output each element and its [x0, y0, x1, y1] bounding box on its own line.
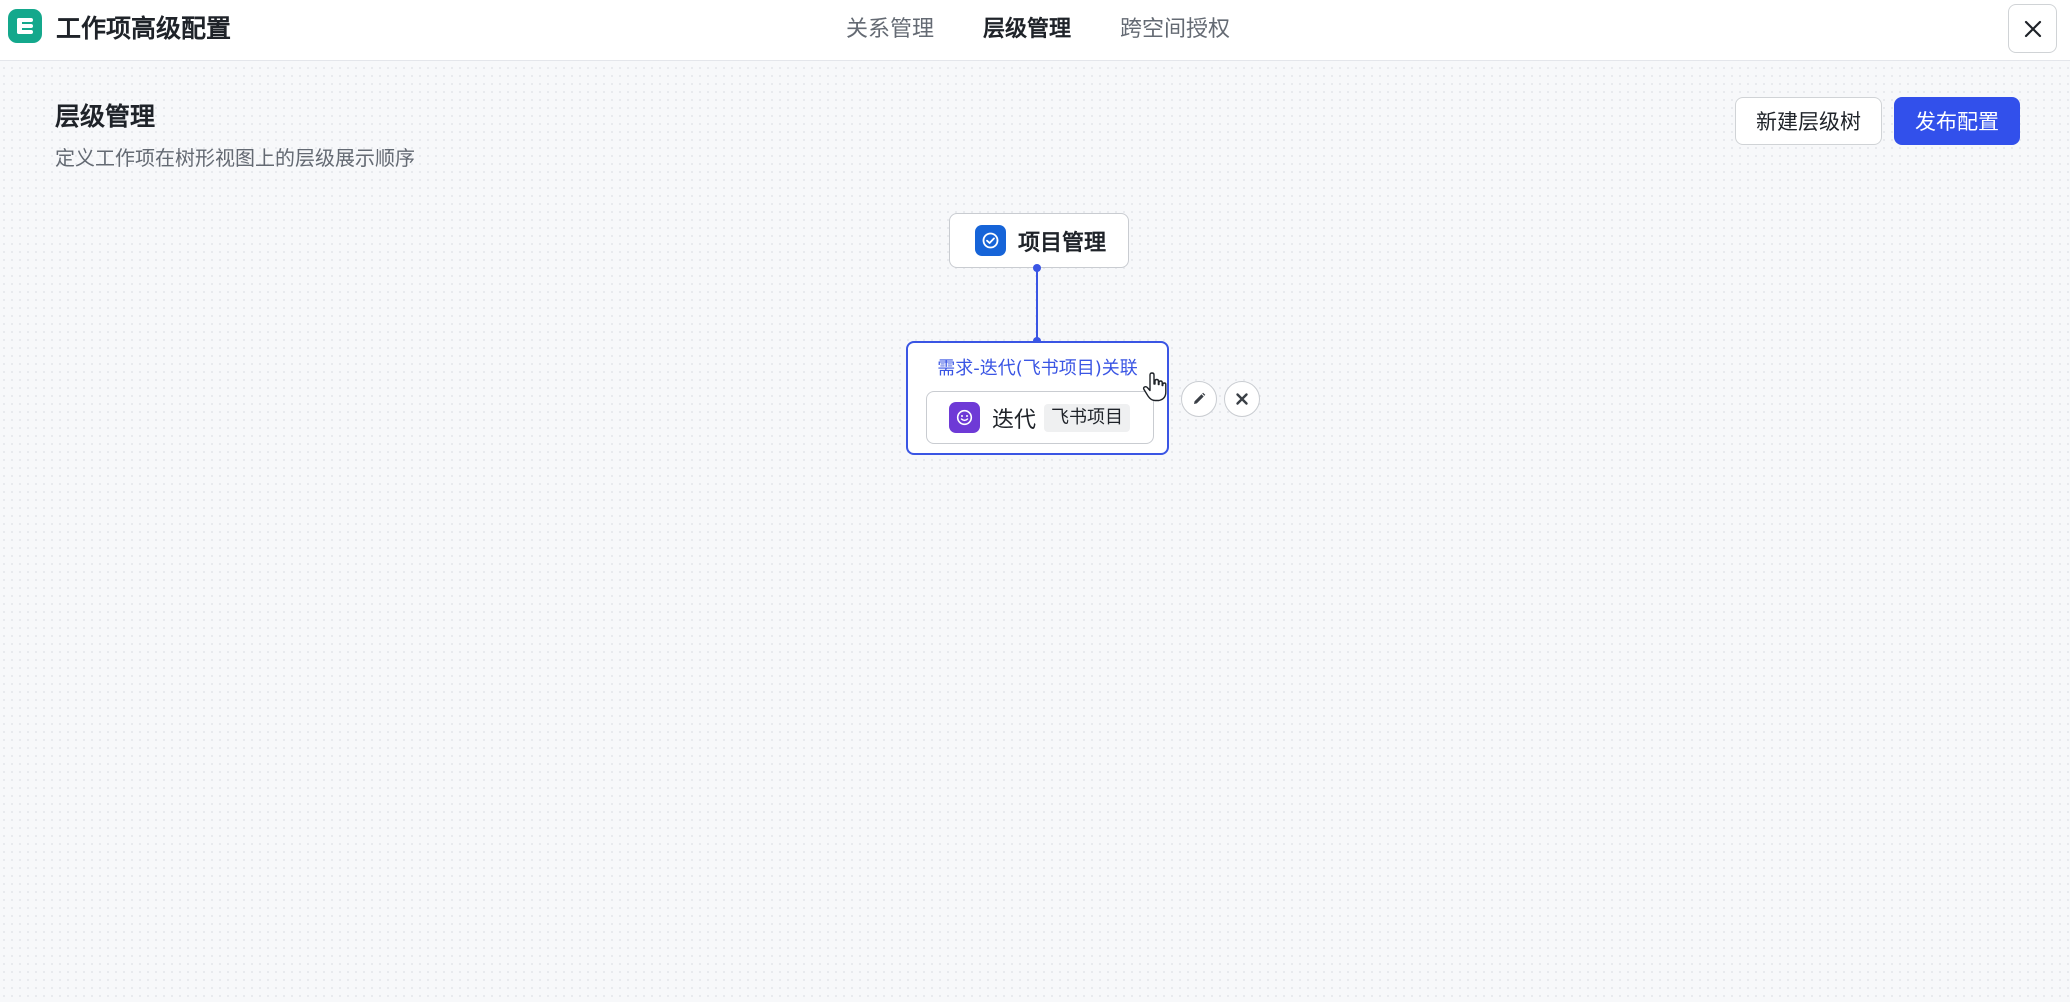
page-title: 层级管理	[55, 102, 156, 131]
hand-pointer-icon	[1142, 372, 1168, 402]
edit-relation-button[interactable]	[1181, 381, 1217, 417]
child-node-tag: 飞书项目	[1044, 403, 1131, 432]
top-bar: 工作项高级配置 关系管理 层级管理 跨空间授权	[0, 0, 2070, 61]
app-title: 工作项高级配置	[56, 14, 232, 43]
tab-bar: 关系管理 层级管理 跨空间授权	[846, 14, 1279, 46]
root-node-label: 项目管理	[1018, 230, 1107, 256]
new-hierarchy-tree-button[interactable]: 新建层级树	[1735, 97, 1882, 145]
close-icon	[1236, 393, 1248, 405]
close-button[interactable]	[2008, 4, 2057, 53]
relation-node[interactable]: 需求-迭代(飞书项目)关联 迭代 飞书项目	[906, 341, 1169, 455]
delete-relation-button[interactable]	[1224, 381, 1260, 417]
tab-cross-space-authorization[interactable]: 跨空间授权	[1120, 14, 1230, 46]
relation-label: 需求-迭代(飞书项目)关联	[937, 358, 1138, 379]
publish-config-button[interactable]: 发布配置	[1894, 97, 2020, 145]
tree-connector-line	[1036, 267, 1038, 342]
smile-icon	[949, 402, 980, 433]
connector-dot-top	[1033, 264, 1041, 272]
tree-root-node[interactable]: 项目管理	[949, 213, 1129, 268]
check-circle-icon	[975, 225, 1006, 256]
tab-hierarchy-management[interactable]: 层级管理	[983, 14, 1071, 46]
page-subtitle: 定义工作项在树形视图上的层级展示顺序	[55, 146, 415, 170]
pencil-icon	[1194, 392, 1206, 404]
child-node-label: 迭代	[992, 407, 1037, 433]
app-logo-icon	[8, 9, 42, 43]
tab-relation-management[interactable]: 关系管理	[846, 14, 934, 46]
child-node[interactable]: 迭代 飞书项目	[926, 391, 1154, 444]
close-icon	[2024, 20, 2041, 37]
